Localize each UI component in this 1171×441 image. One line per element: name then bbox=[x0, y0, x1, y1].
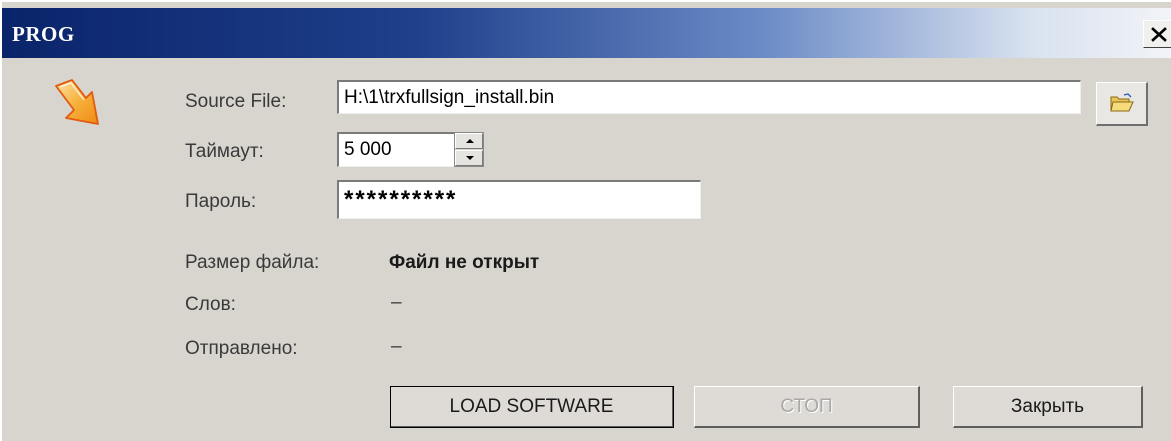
source-file-label: Source File: bbox=[185, 91, 287, 112]
folder-open-icon bbox=[1110, 93, 1134, 112]
chevron-down-icon bbox=[466, 156, 474, 160]
title-bar[interactable]: PROG bbox=[2, 8, 1171, 58]
stop-button[interactable]: СТОП bbox=[694, 386, 920, 428]
timeout-label: Таймаут: bbox=[185, 141, 264, 162]
window-title: PROG bbox=[12, 22, 75, 46]
prog-dialog: PROG Source File: Таймаут: bbox=[0, 0, 1171, 441]
sent-label: Отправлено: bbox=[185, 338, 298, 359]
sent-value: – bbox=[391, 336, 402, 357]
close-icon bbox=[1151, 27, 1167, 42]
close-button[interactable]: Закрыть bbox=[953, 386, 1143, 428]
source-file-input[interactable] bbox=[337, 80, 1081, 114]
timeout-increment-button[interactable] bbox=[455, 133, 483, 149]
timeout-input[interactable] bbox=[337, 132, 455, 167]
browse-button[interactable] bbox=[1096, 82, 1148, 126]
timeout-stepper[interactable] bbox=[454, 132, 484, 167]
file-size-label: Размер файла: bbox=[185, 252, 320, 273]
file-size-value: Файл не открыт bbox=[389, 252, 540, 273]
words-value: – bbox=[391, 292, 402, 313]
password-input[interactable] bbox=[337, 180, 701, 219]
chevron-up-icon bbox=[466, 139, 474, 143]
load-software-button[interactable]: LOAD SOFTWARE bbox=[390, 386, 674, 428]
close-window-button[interactable] bbox=[1143, 20, 1171, 48]
timeout-decrement-button[interactable] bbox=[455, 150, 483, 166]
password-label: Пароль: bbox=[185, 191, 257, 212]
words-label: Слов: bbox=[185, 294, 236, 315]
arrow-pointer-icon bbox=[55, 79, 99, 125]
